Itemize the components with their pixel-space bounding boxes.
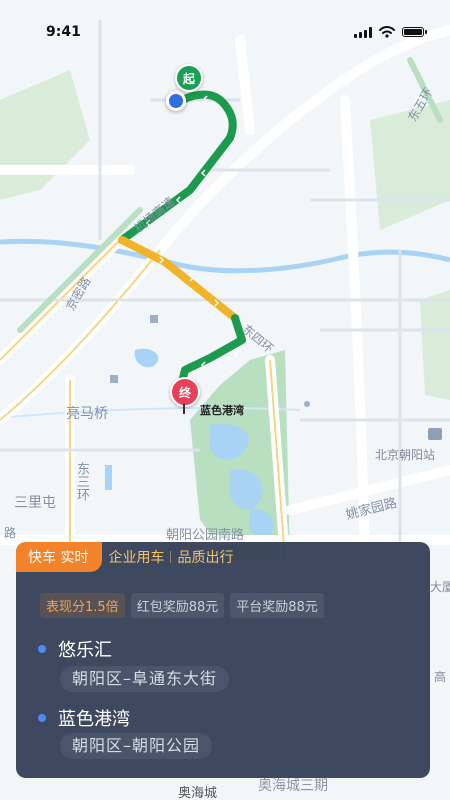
map-label-chaoyang-station: 北京朝阳站 [375, 448, 436, 462]
end-pin-stem [183, 404, 185, 414]
destination-map-label: 蓝色港湾 [200, 404, 244, 417]
origin-address: 朝阳区–阜通东大街 [60, 666, 230, 692]
origin-dot-icon [38, 645, 46, 653]
status-bar: 9:41 [0, 0, 450, 44]
map-label-aoyang-phase3: 奥海城三期 [258, 778, 328, 794]
status-icons [354, 26, 427, 38]
phone-screen: 东五环 机场高速 京密路 东四环 亮马桥 东三环 三里屯 路 朝阳公园南路 姚家… [0, 0, 450, 800]
cellular-signal-icon [354, 26, 372, 38]
ride-info-panel: 快车 实时 企业用车 品质出行 表现分1.5倍 红包奖励88元 平台奖励88元 … [16, 542, 430, 778]
start-pin[interactable]: 起 [175, 64, 203, 92]
map-label-right-edge-top: 大厦 [430, 580, 450, 594]
destination-dot-icon [38, 714, 46, 722]
origin-name: 悠乐汇 [58, 640, 112, 661]
status-time: 9:41 [46, 24, 81, 40]
tab-premium[interactable]: 品质出行 [171, 542, 239, 572]
map-label-right-edge-mid: 高 [434, 670, 447, 684]
badge-red-packet: 红包奖励88元 [130, 593, 225, 618]
badge-platform: 平台奖励88元 [230, 593, 324, 618]
map-label-left-road: 路 [4, 526, 17, 540]
current-location-dot [166, 91, 186, 111]
destination-address: 朝阳区–朝阳公园 [60, 733, 213, 759]
map-label-aoyang: 奥海城 [178, 786, 218, 800]
map-label-east3-ring: 东三环 [74, 462, 89, 501]
tab-express-realtime[interactable]: 快车 实时 [16, 542, 103, 572]
destination-row: 蓝色港湾 [38, 705, 130, 731]
map-label-chaoyang-park-south: 朝阳公园南路 [166, 528, 245, 543]
origin-row: 悠乐汇 [38, 636, 112, 662]
map-label-sanlitun: 三里屯 [14, 495, 56, 511]
destination-name: 蓝色港湾 [58, 709, 130, 730]
map-label-liangmaqiao: 亮马桥 [66, 406, 108, 422]
battery-icon [402, 27, 427, 37]
reward-badges: 表现分1.5倍 红包奖励88元 平台奖励88元 [40, 593, 324, 618]
badge-performance: 表现分1.5倍 [40, 593, 125, 618]
wifi-icon [379, 26, 395, 38]
service-tabs: 快车 实时 企业用车 品质出行 [16, 542, 239, 572]
tab-enterprise[interactable]: 企业用车 [102, 542, 170, 572]
end-pin[interactable]: 终 [170, 377, 200, 407]
